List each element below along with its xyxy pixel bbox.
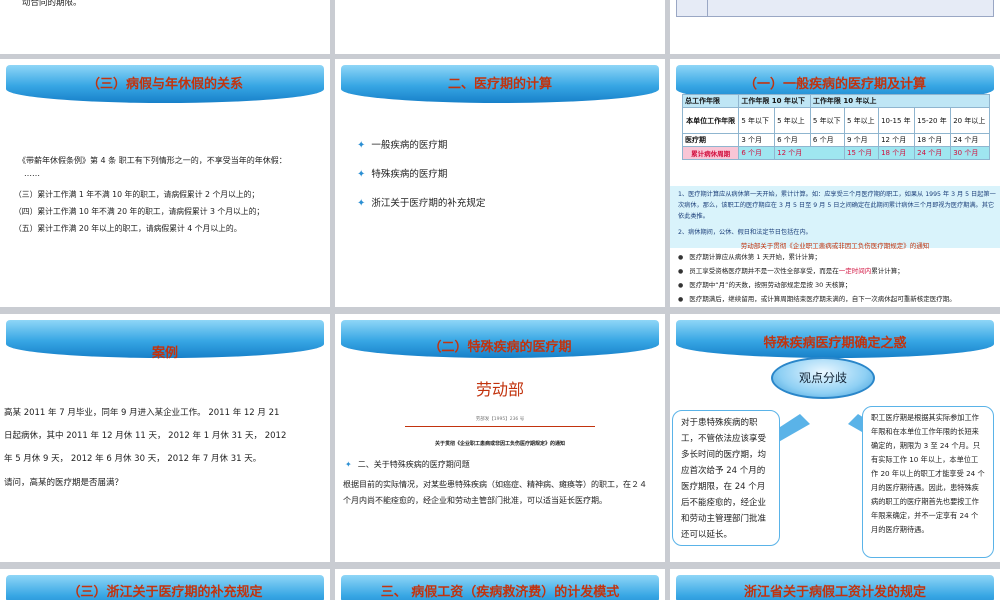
table-cell: 本单位工作年限: [681, 107, 740, 134]
table-cell: 工作年限 10 年以上: [809, 94, 991, 108]
table-cell: 15 个月: [843, 146, 880, 160]
doc-number: 劳部发【1995】236 号: [475, 417, 525, 422]
medical-period-table: 总工作年限 工作年限 10 年以下 工作年限 10 年以上 本单位工作年限 5 …: [681, 94, 991, 160]
slide-title: （二）特殊疾病的医疗期: [428, 340, 572, 355]
slide-thumb-3[interactable]: [670, 0, 1000, 54]
bullet-line: ● 医疗期计算应从病休第 1 天开始，累计计算；: [678, 253, 822, 261]
note-text: 1、医疗期计算应从病休第一天开始，累计计算。如：应享受三个月医疗期的职工，如果从…: [678, 191, 996, 220]
table-cell: 30 个月: [950, 146, 990, 160]
slide-thumb-11[interactable]: 三、 病假工资（疾病救济费）的计发模式: [335, 569, 665, 600]
bullet-icon: ●: [678, 296, 684, 303]
bullet-icon: ●: [678, 268, 684, 275]
slide-thumb-9[interactable]: 特殊疾病医疗期确定之惑 观点分歧 对于患特殊疾病的职工，不管依法应该享受多长时间…: [670, 314, 1000, 562]
bullet-line: ● 员工享受资格医疗期并不是一次性全部享受，而是在一定时间内累计计算；: [678, 267, 904, 275]
opinion-right: 职工医疗期是根据其实际参加工作年限和在本单位工作年限的长短来确定的，期限为 3 …: [862, 406, 994, 558]
table-cell: 15-20 年: [914, 107, 952, 134]
slide-thumb-2[interactable]: [335, 0, 665, 54]
bullet-line: ● 医疗期中“月”的天数，按照劳动部规定是按 30 天核算；: [678, 281, 852, 289]
bullet-icon: ●: [678, 254, 684, 261]
slide-text-item: （五）累计工作满 20 年以上的职工，请病假累计 4 个月以上的。: [14, 224, 242, 233]
table-cell: 20 年以上: [950, 107, 990, 134]
doc-header: 劳动部: [475, 380, 524, 399]
slide-thumb-1[interactable]: 动合同的期限。: [0, 0, 330, 54]
section-heading: ✦ 二、关于特殊疾病的医疗期问题: [345, 460, 470, 469]
slide-thumb-6[interactable]: （一）一般疾病的医疗期及计算 总工作年限 工作年限 10 年以下 工作年限 10…: [670, 59, 1000, 307]
slide-3-table-fragment: [676, 0, 994, 17]
table-cell: 工作年限 10 年以下: [738, 94, 811, 108]
table-cell: 10-15 年: [878, 107, 916, 134]
slide-text-ellipsis: ……: [24, 169, 40, 178]
slide-thumb-4[interactable]: （三）病假与年休假的关系 《带薪年休假条例》第 4 条 职工有下列情形之一的，不…: [0, 59, 330, 307]
slide-title: 二、医疗期的计算: [447, 77, 552, 92]
table-cell: 24 个月: [914, 146, 952, 160]
table-cell: 18 个月: [914, 133, 952, 147]
slide-title: 案例: [151, 346, 178, 361]
slide-thumb-8[interactable]: （二）特殊疾病的医疗期 劳动部 劳部发【1995】236 号 关于贯彻《企业职工…: [335, 314, 665, 562]
table-cell: 总工作年限: [681, 94, 740, 108]
list-item: ✦ 一般疾病的医疗期: [357, 140, 448, 151]
table-cell: 累计病休周期: [681, 146, 740, 160]
slide-text-lead: 《带薪年休假条例》第 4 条 职工有下列情形之一的，不享受当年的年休假：: [18, 156, 287, 165]
table-cell: 6 个月: [774, 133, 811, 147]
doc-title: 关于贯彻《企业职工患病或非因工负伤医疗期规定》的通知: [434, 441, 565, 447]
slide-title: （一）一般疾病的医疗期及计算: [743, 77, 926, 92]
table-cell: 18 个月: [878, 146, 916, 160]
bullet-icon: ✦: [345, 460, 352, 469]
slide-title: （三）病假与年休假的关系: [86, 77, 243, 92]
table-cell: 12 个月: [878, 133, 916, 147]
section-body: 根据目前的实际情况，对某些患特殊疾病（如癌症、精神病、瘫痪等）的职工，在２４个月…: [343, 480, 647, 505]
center-label: 观点分歧: [798, 371, 847, 385]
table-cell: 3 个月: [738, 133, 776, 147]
case-line: 高某 2011 年 7 月毕业，同年 9 月进入某企业工作。 2011 年 12…: [4, 408, 280, 418]
bullet-icon: ✦: [357, 140, 366, 151]
bullet-icon: ✦: [357, 198, 366, 209]
bullet-icon: ●: [678, 282, 684, 289]
table-cell: 6 个月: [809, 133, 845, 147]
table-cell: 5 年以上: [774, 107, 811, 134]
notice-title: 劳动部关于贯彻《企业职工患病或非因工负伤医疗期规定》的通知: [740, 242, 930, 250]
slide-text-item: （四）累计工作满 10 年不满 20 年的职工，请病假累计 3 个月以上的；: [14, 207, 265, 216]
bullet-line: ● 医疗期满后，继续留用，或计算周期结束医疗期未满的，自下一次病休起可重新核定医疗…: [678, 295, 956, 303]
slide-title: 浙江省关于病假工资计发的规定: [743, 585, 926, 600]
case-line: 年 5 月休 9 天， 2012 年 6 月休 30 天， 2012 年 7 月…: [4, 454, 262, 464]
table-cell: 12 个月: [774, 146, 845, 160]
slide-title: 三、 病假工资（疾病救济费）的计发模式: [380, 585, 620, 600]
table-cell: 5 年以下: [738, 107, 776, 134]
table-cell: 24 个月: [950, 133, 990, 147]
slide-1-text: 动合同的期限。: [22, 0, 82, 8]
note-text: 2、病休期间，公休、假日和法定节日包括在内。: [678, 229, 812, 236]
slide-title: （三）浙江关于医疗期的补充规定: [67, 585, 263, 600]
opinion-left: 对于患特殊疾病的职工，不管依法应该享受多长时间的医疗期，均应首次给予 24 个月…: [672, 410, 780, 546]
slide-thumb-5[interactable]: 二、医疗期的计算 ✦ 一般疾病的医疗期 ✦ 特殊疾病的医疗期 ✦ 浙江关于医疗期的补充…: [335, 59, 665, 307]
case-line: 日起病休，其中 2011 年 12 月休 11 天， 2012 年 1 月休 3…: [4, 431, 287, 441]
table-cell: 5 年以上: [843, 107, 880, 134]
table-cell: 9 个月: [843, 133, 880, 147]
slide-text-item: （三）累计工作满 1 年不满 10 年的职工，请病假累计 2 个月以上的；: [14, 190, 260, 199]
table-cell: 5 年以下: [809, 107, 845, 134]
list-item: ✦ 特殊疾病的医疗期: [357, 169, 448, 180]
slide-thumb-7[interactable]: 案例 高某 2011 年 7 月毕业，同年 9 月进入某企业工作。 2011 年…: [0, 314, 330, 562]
center-ellipse: 观点分歧: [771, 357, 875, 399]
bullet-icon: ✦: [357, 169, 366, 180]
slide-thumb-10[interactable]: （三）浙江关于医疗期的补充规定: [0, 569, 330, 600]
table-cell: 医疗期: [681, 133, 740, 147]
slide-title: 特殊疾病医疗期确定之惑: [763, 336, 907, 351]
list-item: ✦ 浙江关于医疗期的补充规定: [357, 198, 486, 209]
case-question: 请问，高某的医疗期是否届满？: [4, 478, 124, 488]
table-cell: 6 个月: [738, 146, 776, 160]
doc-divider: [405, 426, 595, 427]
slide-thumb-12[interactable]: 浙江省关于病假工资计发的规定: [670, 569, 1000, 600]
